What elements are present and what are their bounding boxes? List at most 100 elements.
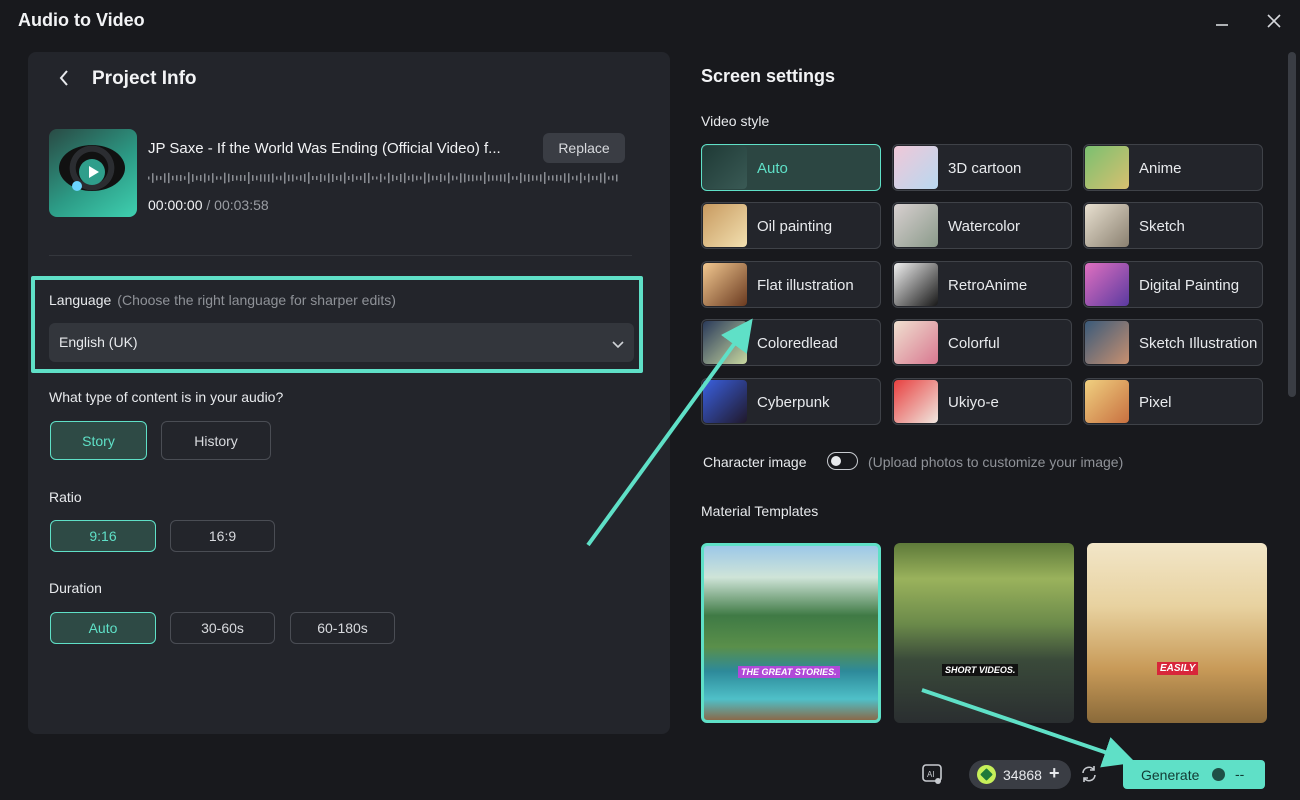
waveform-bar <box>460 173 462 183</box>
playback-time: 00:00:00 / 00:03:58 <box>148 197 269 213</box>
duration-label: Duration <box>49 580 102 596</box>
style-thumbnail <box>1085 204 1129 247</box>
chevron-down-icon <box>612 336 624 354</box>
close-button[interactable] <box>1261 8 1287 34</box>
waveform-bar <box>504 174 506 182</box>
waveform-bar <box>492 175 494 181</box>
waveform-bar <box>608 176 610 180</box>
waveform-bar <box>464 173 466 183</box>
generate-cost: -- <box>1235 766 1245 782</box>
waveform-bar <box>152 173 154 183</box>
style-card-3d-cartoon[interactable]: 3D cartoon <box>892 144 1072 191</box>
style-card-pixel[interactable]: Pixel <box>1083 378 1263 425</box>
duration-auto-button[interactable]: Auto <box>50 612 156 644</box>
ratio-16-9-button[interactable]: 16:9 <box>170 520 275 552</box>
play-icon[interactable] <box>79 159 105 185</box>
add-credits-icon[interactable]: + <box>1049 763 1060 784</box>
waveform-bar <box>244 175 246 181</box>
waveform-bar <box>532 175 534 181</box>
waveform-bar <box>472 174 474 182</box>
style-thumbnail <box>703 321 747 364</box>
waveform-bar <box>148 176 150 180</box>
style-card-oil-painting[interactable]: Oil painting <box>701 202 881 249</box>
template-card-3[interactable]: EASILY <box>1087 543 1267 723</box>
style-thumbnail <box>894 380 938 423</box>
waveform-bar <box>400 173 402 183</box>
style-card-coloredlead[interactable]: Coloredlead <box>701 319 881 366</box>
template-caption-3: EASILY <box>1157 662 1199 675</box>
style-card-ukiyo-e[interactable]: Ukiyo-e <box>892 378 1072 425</box>
track-title: JP Saxe - If the World Was Ending (Offic… <box>148 140 501 157</box>
waveform-bar <box>604 172 606 184</box>
waveform-bar <box>372 176 374 180</box>
waveform-bar <box>200 174 202 182</box>
style-card-colorful[interactable]: Colorful <box>892 319 1072 366</box>
character-image-hint: (Upload photos to customize your image) <box>868 454 1124 470</box>
waveform-bar <box>616 174 618 182</box>
waveform-bar <box>480 175 482 181</box>
waveform-bar <box>248 172 250 184</box>
back-button[interactable] <box>54 67 74 89</box>
waveform-bar <box>436 175 438 181</box>
waveform-bar <box>444 175 446 181</box>
template-card-2[interactable]: SHORT VIDEOS. <box>894 543 1074 723</box>
minimize-button[interactable] <box>1209 8 1235 34</box>
total-duration: 00:03:58 <box>214 197 269 213</box>
duration-30-60s-button[interactable]: 30-60s <box>170 612 275 644</box>
waveform-bar <box>336 176 338 180</box>
ai-drop-icon[interactable]: AI <box>920 762 944 786</box>
credits-balance[interactable]: 34868 + <box>969 760 1071 789</box>
right-panel-scrollbar[interactable] <box>1288 52 1296 397</box>
style-card-flat-illustration[interactable]: Flat illustration <box>701 261 881 308</box>
style-label: Digital Painting <box>1139 277 1240 294</box>
style-card-sketch-illustration[interactable]: Sketch Illustration <box>1083 319 1263 366</box>
style-label: Flat illustration <box>757 277 854 294</box>
language-selected-value: English (UK) <box>59 334 138 350</box>
replace-button[interactable]: Replace <box>543 133 625 163</box>
video-style-label: Video style <box>701 113 770 129</box>
audio-waveform[interactable] <box>148 170 622 186</box>
style-card-cyberpunk[interactable]: Cyberpunk <box>701 378 881 425</box>
style-card-watercolor[interactable]: Watercolor <box>892 202 1072 249</box>
template-card-1[interactable]: THE GREAT STORIES. <box>701 543 881 723</box>
waveform-bar <box>536 175 538 181</box>
credit-coin-icon <box>977 765 996 784</box>
waveform-bar <box>360 175 362 181</box>
style-card-retroanime[interactable]: RetroAnime <box>892 261 1072 308</box>
style-card-anime[interactable]: Anime <box>1083 144 1263 191</box>
waveform-bar <box>496 175 498 181</box>
style-card-digital-painting[interactable]: Digital Painting <box>1083 261 1263 308</box>
waveform-bar <box>380 173 382 183</box>
toggle-knob <box>831 455 841 466</box>
waveform-bar <box>272 173 274 183</box>
style-card-auto[interactable]: Auto <box>701 144 881 191</box>
waveform-bar <box>520 172 522 184</box>
style-thumbnail <box>703 204 747 247</box>
credit-cost-icon <box>1212 768 1225 781</box>
waveform-bar <box>540 174 542 182</box>
language-label: Language (Choose the right language for s… <box>49 292 396 308</box>
waveform-bar <box>592 175 594 181</box>
language-select[interactable]: English (UK) <box>49 323 634 362</box>
style-thumbnail <box>703 146 747 189</box>
waveform-bar <box>508 172 510 184</box>
content-type-history-button[interactable]: History <box>161 421 271 460</box>
waveform-bar <box>512 176 514 180</box>
generate-button[interactable]: Generate -- <box>1123 760 1265 789</box>
style-card-sketch[interactable]: Sketch <box>1083 202 1263 249</box>
waveform-bar <box>240 174 242 182</box>
language-label-text: Language <box>49 292 112 308</box>
content-type-story-button[interactable]: Story <box>50 421 147 460</box>
waveform-bar <box>284 172 286 184</box>
template-caption-2: SHORT VIDEOS. <box>942 664 1019 676</box>
style-label: Sketch Illustration <box>1139 335 1258 352</box>
waveform-bar <box>544 172 546 184</box>
waveform-bar <box>408 175 410 181</box>
waveform-bar <box>528 174 530 182</box>
character-image-toggle[interactable] <box>827 452 858 470</box>
refresh-icon[interactable] <box>1079 764 1099 784</box>
waveform-bar <box>564 173 566 183</box>
ratio-9-16-button[interactable]: 9:16 <box>50 520 156 552</box>
duration-60-180s-button[interactable]: 60-180s <box>290 612 395 644</box>
window-title: Audio to Video <box>18 10 145 30</box>
